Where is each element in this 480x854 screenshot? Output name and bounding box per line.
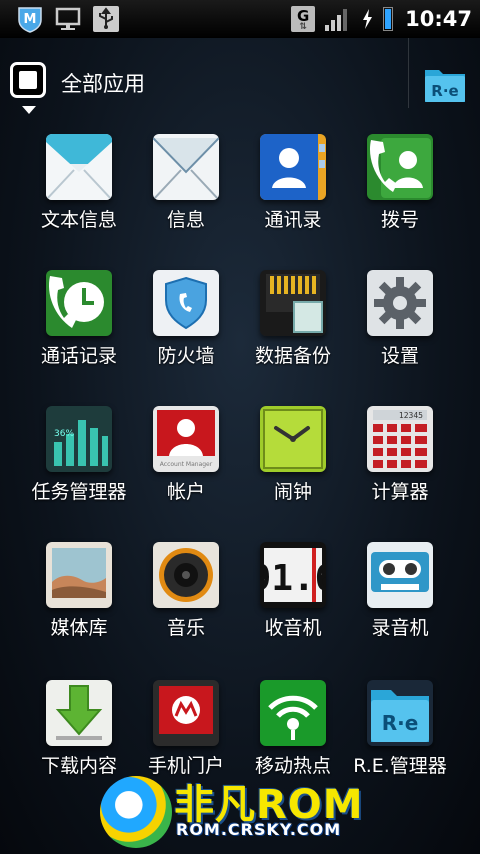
app-label: 录音机	[371, 617, 429, 639]
dropdown-caret-icon[interactable]	[22, 106, 36, 114]
app-data-backup[interactable]: 数据备份	[233, 264, 353, 400]
watermark-url: ROM.CRSKY.COM	[176, 820, 342, 839]
app-drawer-header: 全部应用 R·e	[0, 38, 480, 118]
phone-dialer-icon	[367, 134, 433, 200]
network-type-icon: G	[291, 6, 316, 32]
svg-text:12345: 12345	[399, 411, 423, 420]
app-firewall[interactable]: 防火墙	[126, 264, 246, 400]
app-calculator[interactable]: 12345 计算器	[340, 400, 460, 536]
brand-logo-icon	[100, 776, 172, 848]
svg-text:Account Manager: Account Manager	[160, 461, 213, 468]
app-media-gallery[interactable]: 媒体库	[19, 536, 139, 672]
task-manager-icon: 36%	[46, 406, 112, 472]
voice-recorder-icon	[367, 542, 433, 608]
app-label: 媒体库	[50, 617, 108, 639]
contacts-icon	[260, 134, 326, 200]
app-contacts[interactable]: 通讯录	[233, 128, 353, 264]
app-dialer[interactable]: 拨号	[340, 128, 460, 264]
app-task-manager[interactable]: 36% 任务管理器	[19, 400, 139, 536]
app-label: 文本信息	[40, 209, 117, 231]
wifi-hotspot-icon	[260, 680, 326, 746]
svg-text:91.6: 91.6	[260, 558, 326, 599]
app-alarm-clock[interactable]: 闹钟	[233, 400, 353, 536]
svg-text:36%: 36%	[54, 429, 74, 439]
alarm-clock-icon	[260, 406, 326, 472]
account-icon: Account Manager	[153, 406, 219, 472]
app-label: 帐户	[166, 481, 205, 503]
re-manager-shortcut-icon[interactable]: R·e	[423, 62, 467, 104]
app-messages[interactable]: 信息	[126, 128, 246, 264]
shield-m-icon: M	[16, 5, 44, 33]
svg-text:R·e: R·e	[382, 711, 419, 735]
app-music[interactable]: 音乐	[126, 536, 246, 672]
app-group-title[interactable]: 全部应用	[61, 68, 145, 98]
firewall-shield-icon	[153, 270, 219, 336]
svg-text:R·e: R·e	[431, 82, 458, 100]
battery-icon	[383, 7, 394, 31]
usb-icon	[92, 5, 120, 33]
app-label: 拨号	[380, 209, 419, 231]
sd-card-backup-icon	[260, 270, 326, 336]
app-radio[interactable]: 91.6 收音机	[233, 536, 353, 672]
app-label: 数据备份	[254, 345, 331, 367]
calculator-icon: 12345	[367, 406, 433, 472]
call-log-icon	[46, 270, 112, 336]
email-envelope-icon	[153, 134, 219, 200]
monitor-icon	[54, 5, 82, 33]
message-envelope-icon	[46, 134, 112, 200]
download-icon	[46, 680, 112, 746]
signal-strength-icon	[323, 5, 351, 33]
music-speaker-icon	[153, 542, 219, 608]
media-gallery-icon	[46, 542, 112, 608]
app-label: 通话记录	[40, 345, 117, 367]
motorola-portal-icon	[153, 680, 219, 746]
svg-text:M: M	[24, 12, 37, 27]
app-label: 设置	[380, 345, 419, 367]
app-label: 通讯录	[264, 209, 322, 231]
app-group-selector-icon[interactable]	[10, 62, 46, 98]
app-label: 防火墙	[157, 345, 215, 367]
app-accounts[interactable]: Account Manager 帐户	[126, 400, 246, 536]
app-label: 音乐	[166, 617, 205, 639]
app-label: 收音机	[264, 617, 322, 639]
charging-icon	[359, 5, 375, 33]
settings-gear-icon	[367, 270, 433, 336]
radio-icon: 91.6	[260, 542, 326, 608]
status-clock: 10:47	[405, 7, 472, 31]
app-label: 信息	[166, 209, 205, 231]
re-folder-icon: R·e	[367, 680, 433, 746]
app-voice-recorder[interactable]: 录音机	[340, 536, 460, 672]
header-divider	[408, 38, 409, 108]
app-call-log[interactable]: 通话记录	[19, 264, 139, 400]
watermark-logo: 非凡ROM ROM.CRSKY.COM	[96, 770, 396, 850]
app-label: 闹钟	[273, 481, 312, 503]
app-text-message[interactable]: 文本信息	[19, 128, 139, 264]
app-label: 任务管理器	[31, 481, 127, 503]
status-bar: M G 10:47	[0, 0, 480, 38]
app-settings[interactable]: 设置	[340, 264, 460, 400]
app-label: 计算器	[371, 481, 429, 503]
